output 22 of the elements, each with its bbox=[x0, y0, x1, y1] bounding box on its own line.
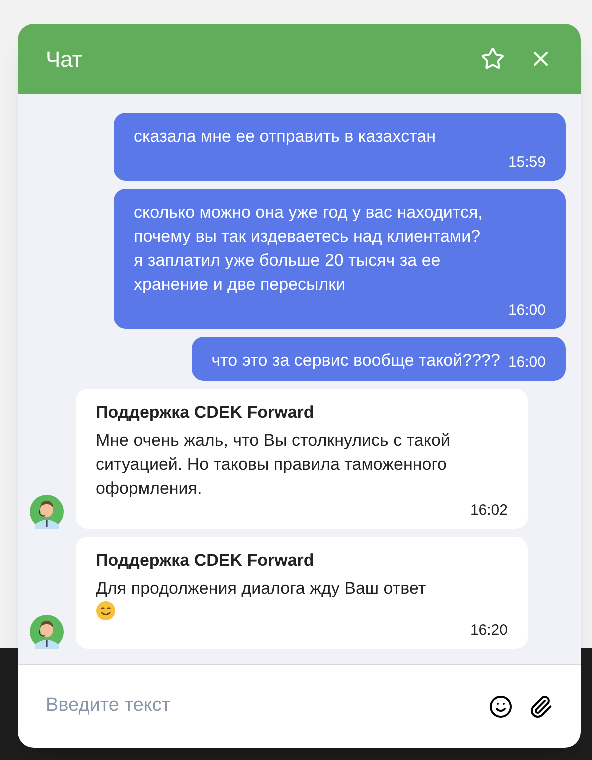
message-text: Для продолжения диалога жду Ваш ответ bbox=[96, 578, 428, 600]
message-text: что это за сервис вообще такой???? bbox=[212, 350, 500, 372]
message-time: 16:00 bbox=[508, 301, 546, 321]
message-time: 16:00 bbox=[508, 353, 546, 373]
agent-avatar-icon bbox=[30, 495, 64, 529]
message-text: сколько можно она уже год у вас находится, почему вы так издеваетесь над клиентами? я заплатил уже больше 20 тысяч за ее хранение и две пересылки bbox=[134, 202, 484, 296]
message-text: Мне очень жаль, что Вы столкнулись с такой ситуацией. Но таковы правила таможенного оформления. bbox=[96, 430, 452, 500]
agent-avatar-icon bbox=[30, 615, 64, 649]
smiley-icon bbox=[489, 694, 513, 718]
message-text: сказала мне ее отправить в казахстан bbox=[134, 126, 438, 148]
sender-name: Поддержка CDEK Forward bbox=[96, 402, 316, 424]
message-input[interactable]: Введите текст bbox=[46, 692, 473, 721]
window-title: Чат bbox=[46, 46, 84, 74]
message-time: 15:59 bbox=[508, 153, 546, 173]
emoji-button[interactable] bbox=[489, 694, 513, 718]
favorite-button[interactable] bbox=[481, 47, 505, 71]
sender-name: Поддержка CDEK Forward bbox=[96, 550, 316, 572]
star-icon bbox=[481, 47, 505, 71]
attach-button[interactable] bbox=[529, 694, 553, 718]
message-time: 16:20 bbox=[470, 621, 508, 641]
paperclip-icon bbox=[529, 694, 553, 718]
message-time: 16:02 bbox=[470, 501, 508, 521]
